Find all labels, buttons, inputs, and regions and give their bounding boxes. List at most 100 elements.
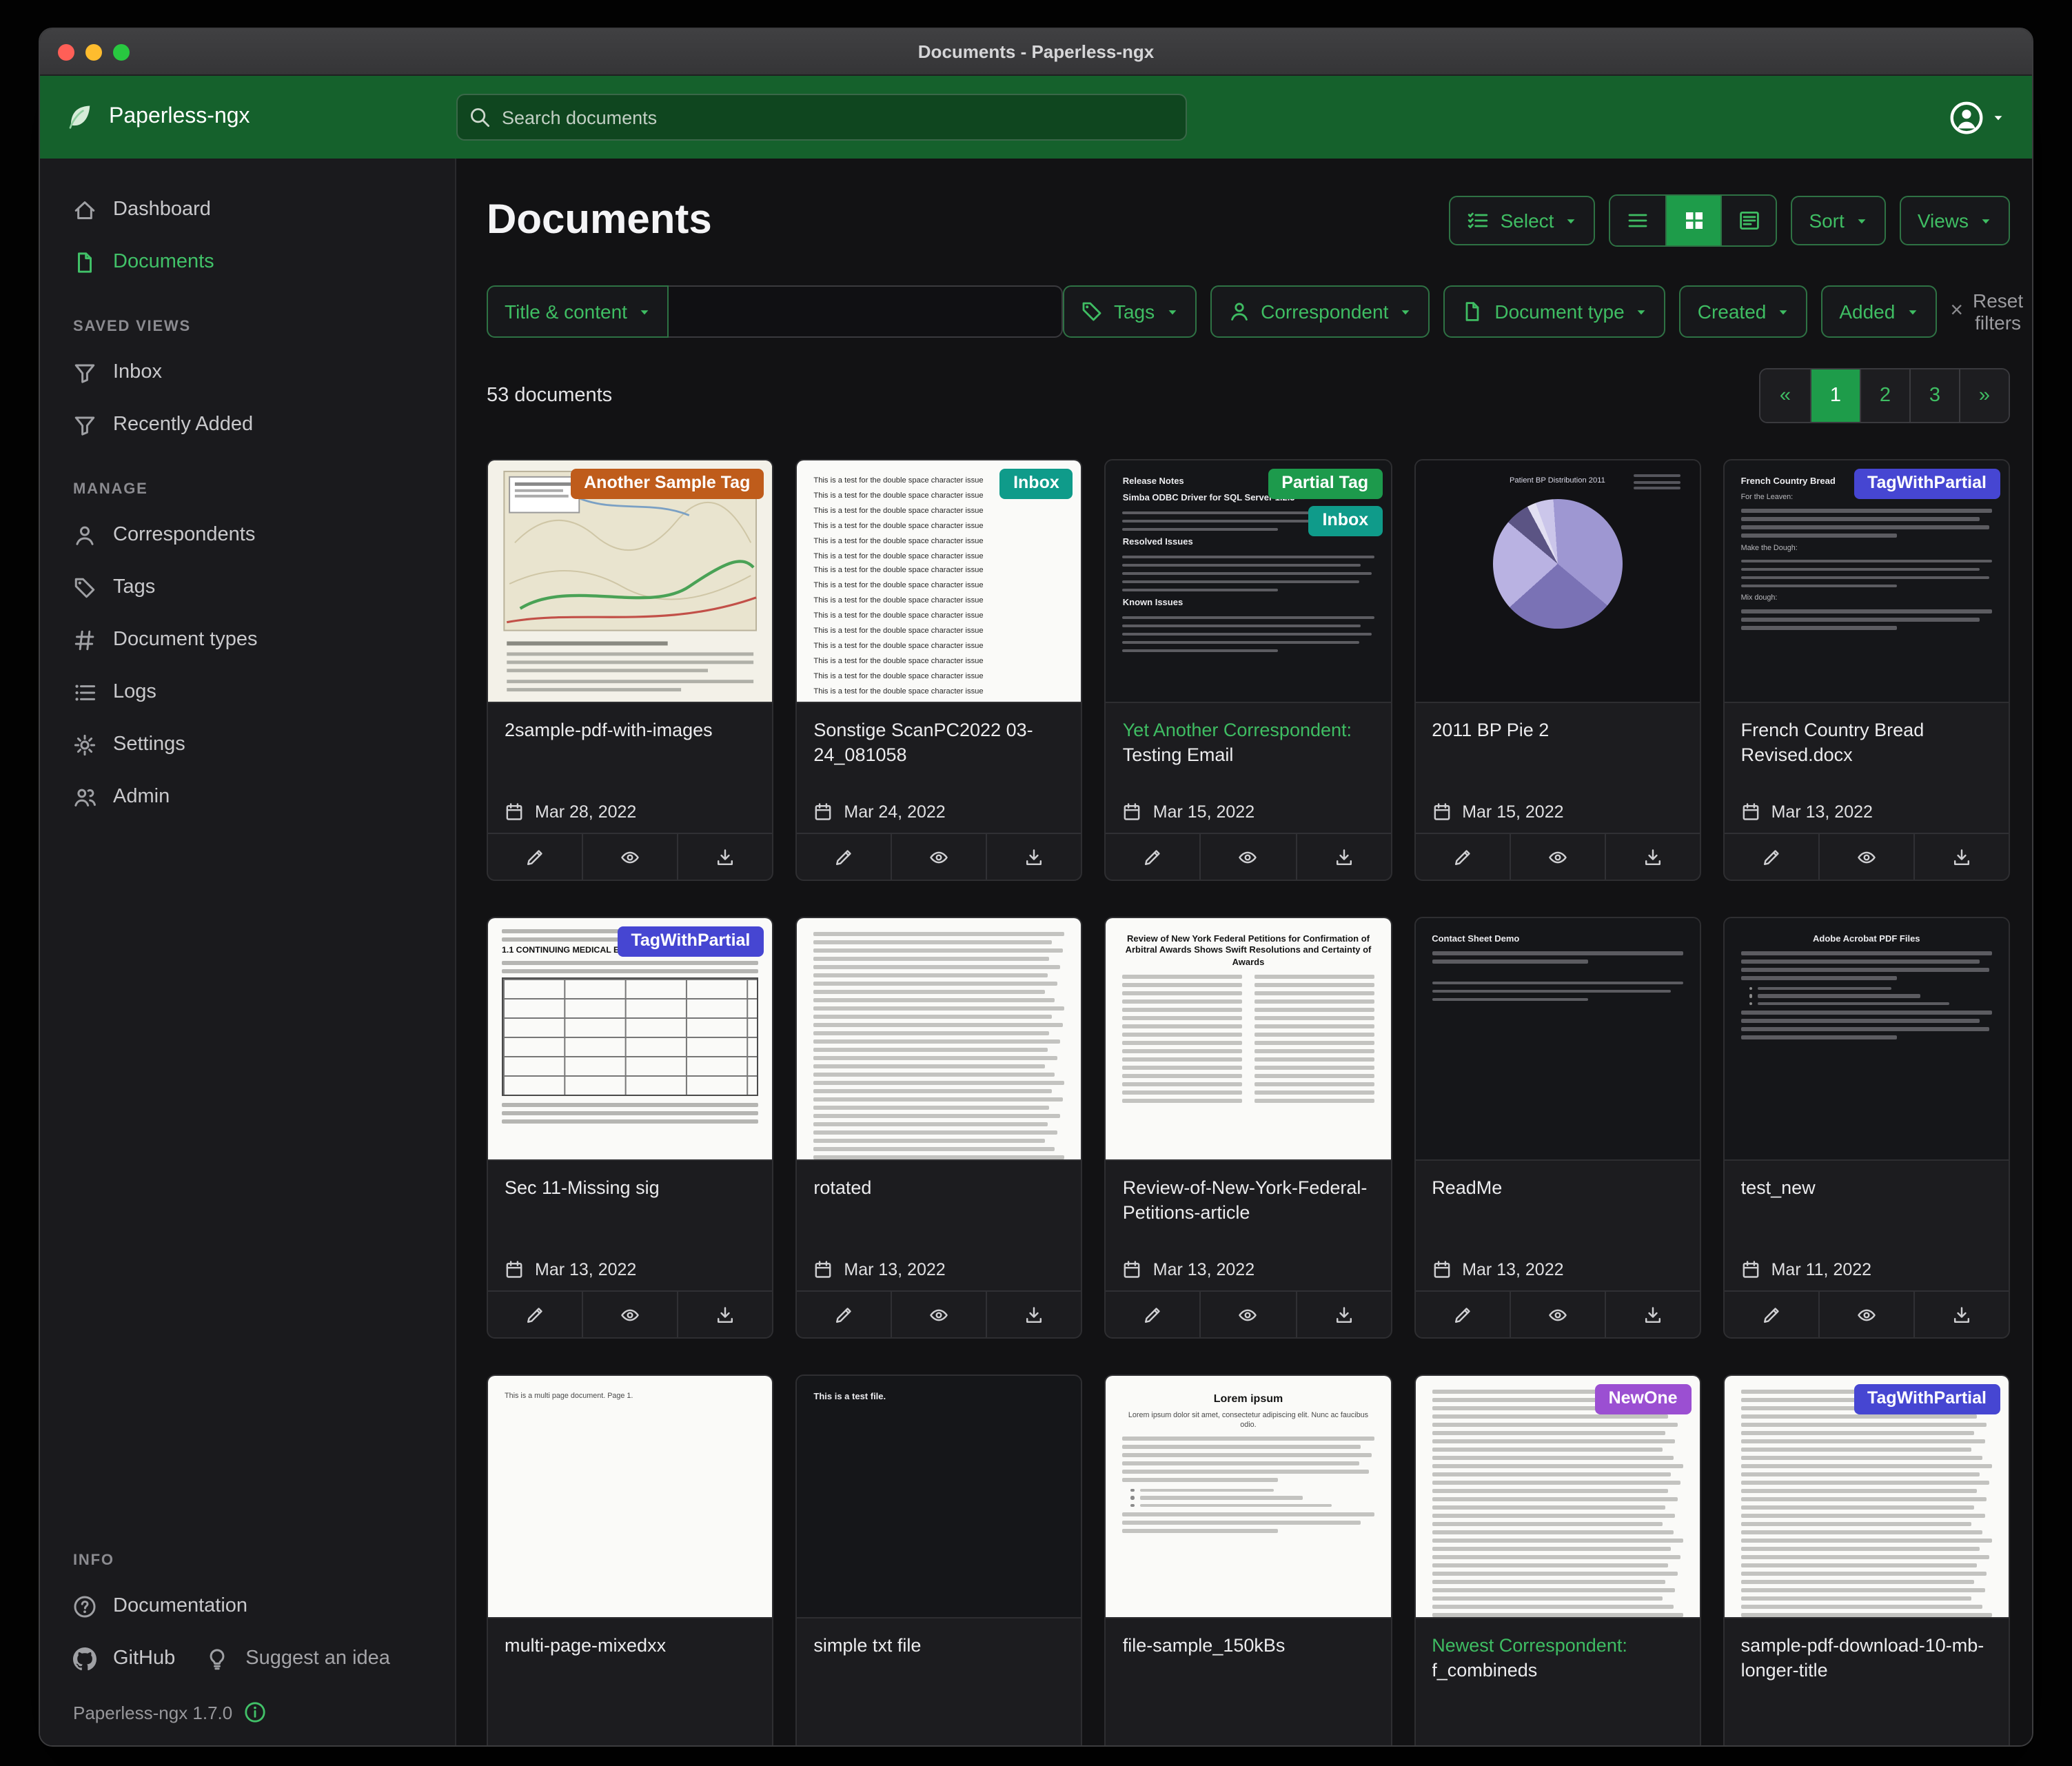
tag-badge[interactable]: Inbox <box>1309 506 1383 536</box>
document-card[interactable]: Lorem ipsumLorem ipsum dolor sit amet, c… <box>1105 1374 1392 1745</box>
document-title[interactable]: Yet Another Correspondent: Testing Email <box>1123 718 1374 769</box>
prev-page-button[interactable]: « <box>1760 369 1810 422</box>
sidebar-item-documents[interactable]: Documents <box>40 236 455 288</box>
document-thumbnail[interactable]: Contact Sheet Demo <box>1415 918 1699 1161</box>
tag-badge[interactable]: Partial Tag <box>1268 469 1382 499</box>
tag-badge[interactable]: Another Sample Tag <box>570 469 764 499</box>
document-title[interactable]: French Country Bread Revised.docx <box>1741 718 1992 769</box>
document-title[interactable]: rotated <box>813 1176 1064 1201</box>
sidebar-item-settings[interactable]: Settings <box>40 718 455 771</box>
page-1-button[interactable]: 1 <box>1810 369 1860 422</box>
views-button[interactable]: Views <box>1900 196 2010 245</box>
sidebar-item-recently-added[interactable]: Recently Added <box>40 398 455 451</box>
document-card[interactable]: NewOne Newest Correspondent: f_combineds <box>1414 1374 1700 1745</box>
minimize-window-button[interactable] <box>85 43 102 60</box>
preview-document-button[interactable] <box>1509 834 1604 880</box>
document-card[interactable]: Contact Sheet Demo ReadMe Mar 13, 2022 <box>1414 917 1700 1339</box>
zoom-window-button[interactable] <box>113 43 130 60</box>
document-thumbnail[interactable]: Another Sample Tag <box>488 460 772 703</box>
title-content-filter-button[interactable]: Title & content <box>487 285 669 338</box>
created-filter-button[interactable]: Created <box>1680 285 1808 338</box>
edit-document-button[interactable] <box>797 1292 891 1337</box>
detail-view-button[interactable] <box>1720 196 1776 245</box>
search-input[interactable] <box>456 94 1187 141</box>
document-thumbnail[interactable]: Partial TagInbox Release NotesSimba ODBC… <box>1106 460 1390 703</box>
download-document-button[interactable] <box>1295 834 1390 880</box>
brand[interactable]: Paperless-ngx <box>40 102 456 132</box>
page-2-button[interactable]: 2 <box>1860 369 1909 422</box>
document-thumbnail[interactable]: TagWithPartial French Country BreadFor t… <box>1725 460 2009 703</box>
download-document-button[interactable] <box>1604 1292 1699 1337</box>
document-title[interactable]: Sec 11-Missing sig <box>505 1176 755 1201</box>
preview-document-button[interactable] <box>582 1292 677 1337</box>
grid-view-button[interactable] <box>1665 196 1720 245</box>
document-title[interactable]: sample-pdf-download-10-mb-longer-title <box>1741 1634 1992 1684</box>
edit-document-button[interactable] <box>1415 1292 1509 1337</box>
sidebar-item-dashboard[interactable]: Dashboard <box>40 183 455 236</box>
document-title[interactable]: Review-of-New-York-Federal-Petitions-art… <box>1123 1176 1374 1226</box>
sort-button[interactable]: Sort <box>1791 196 1885 245</box>
document-title[interactable]: test_new <box>1741 1176 1992 1201</box>
document-title[interactable]: file-sample_150kBs <box>1123 1634 1374 1658</box>
document-correspondent[interactable]: Yet Another Correspondent: <box>1123 720 1352 740</box>
document-title[interactable]: 2011 BP Pie 2 <box>1432 718 1683 743</box>
preview-document-button[interactable] <box>1818 834 1913 880</box>
document-card[interactable]: This is a multi page document. Page 1. m… <box>487 1374 773 1745</box>
tag-badge[interactable]: TagWithPartial <box>617 926 764 957</box>
document-thumbnail[interactable]: This is a test file. <box>797 1376 1081 1618</box>
document-card[interactable]: TagWithPartial sample-pdf-download-10-mb… <box>1723 1374 2010 1745</box>
document-card[interactable]: Patient BP Distribution 2011 2011 BP Pie… <box>1414 459 1700 881</box>
download-document-button[interactable] <box>1913 1292 2009 1337</box>
sidebar-item-document-types[interactable]: Document types <box>40 613 455 666</box>
edit-document-button[interactable] <box>1725 834 1818 880</box>
filter-text-input[interactable] <box>669 285 1063 338</box>
document-title[interactable]: 2sample-pdf-with-images <box>505 718 755 743</box>
edit-document-button[interactable] <box>488 1292 582 1337</box>
document-title[interactable]: simple txt file <box>813 1634 1064 1658</box>
document-card[interactable]: Partial TagInbox Release NotesSimba ODBC… <box>1105 459 1392 881</box>
tag-badge[interactable]: TagWithPartial <box>1853 1384 2000 1414</box>
document-card[interactable]: TagWithPartial 1.1 CONTINUING MEDICAL ED… <box>487 917 773 1339</box>
preview-document-button[interactable] <box>1200 834 1295 880</box>
edit-document-button[interactable] <box>1725 1292 1818 1337</box>
document-card[interactable]: Inbox This is a test for the double spac… <box>795 459 1082 881</box>
download-document-button[interactable] <box>986 834 1081 880</box>
page-3-button[interactable]: 3 <box>1909 369 1959 422</box>
sidebar-item-suggest-an-idea[interactable]: Suggest an idea <box>192 1632 407 1685</box>
tags-filter-button[interactable]: Tags <box>1063 285 1196 338</box>
sidebar-item-admin[interactable]: Admin <box>40 771 455 823</box>
document-title[interactable]: ReadMe <box>1432 1176 1683 1201</box>
tag-badge[interactable]: Inbox <box>999 469 1073 499</box>
sidebar-item-documentation[interactable]: Documentation <box>40 1580 455 1632</box>
preview-document-button[interactable] <box>891 1292 986 1337</box>
document-title[interactable]: Newest Correspondent: f_combineds <box>1432 1634 1683 1684</box>
select-button[interactable]: Select <box>1450 196 1596 245</box>
download-document-button[interactable] <box>677 834 772 880</box>
download-document-button[interactable] <box>677 1292 772 1337</box>
document-card[interactable]: This is a test file. simple txt file <box>795 1374 1082 1745</box>
download-document-button[interactable] <box>1295 1292 1390 1337</box>
added-filter-button[interactable]: Added <box>1821 285 1936 338</box>
sidebar-item-github[interactable]: GitHub <box>40 1632 192 1685</box>
sidebar-item-inbox[interactable]: Inbox <box>40 346 455 398</box>
user-menu[interactable] <box>1949 100 2004 134</box>
document-type-filter-button[interactable]: Document type <box>1443 285 1665 338</box>
document-thumbnail[interactable]: This is a multi page document. Page 1. <box>488 1376 772 1618</box>
sidebar-item-correspondents[interactable]: Correspondents <box>40 509 455 561</box>
close-window-button[interactable] <box>58 43 74 60</box>
preview-document-button[interactable] <box>1200 1292 1295 1337</box>
document-thumbnail[interactable]: Lorem ipsumLorem ipsum dolor sit amet, c… <box>1106 1376 1390 1618</box>
edit-document-button[interactable] <box>488 834 582 880</box>
edit-document-button[interactable] <box>1106 834 1200 880</box>
reset-filters-button[interactable]: ×Reset filters <box>1950 290 2023 334</box>
document-title[interactable]: multi-page-mixedxx <box>505 1634 755 1658</box>
document-card[interactable]: Adobe Acrobat PDF Files test_new Mar 11,… <box>1723 917 2010 1339</box>
document-card[interactable]: TagWithPartial French Country BreadFor t… <box>1723 459 2010 881</box>
sidebar-item-logs[interactable]: Logs <box>40 666 455 718</box>
document-card[interactable]: Another Sample Tag 2sample-pdf-with-imag… <box>487 459 773 881</box>
document-thumbnail[interactable]: Adobe Acrobat PDF Files <box>1725 918 2009 1161</box>
download-document-button[interactable] <box>1913 834 2009 880</box>
document-thumbnail[interactable]: TagWithPartial <box>1725 1376 2009 1618</box>
preview-document-button[interactable] <box>1509 1292 1604 1337</box>
document-title[interactable]: Sonstige ScanPC2022 03-24_081058 <box>813 718 1064 769</box>
